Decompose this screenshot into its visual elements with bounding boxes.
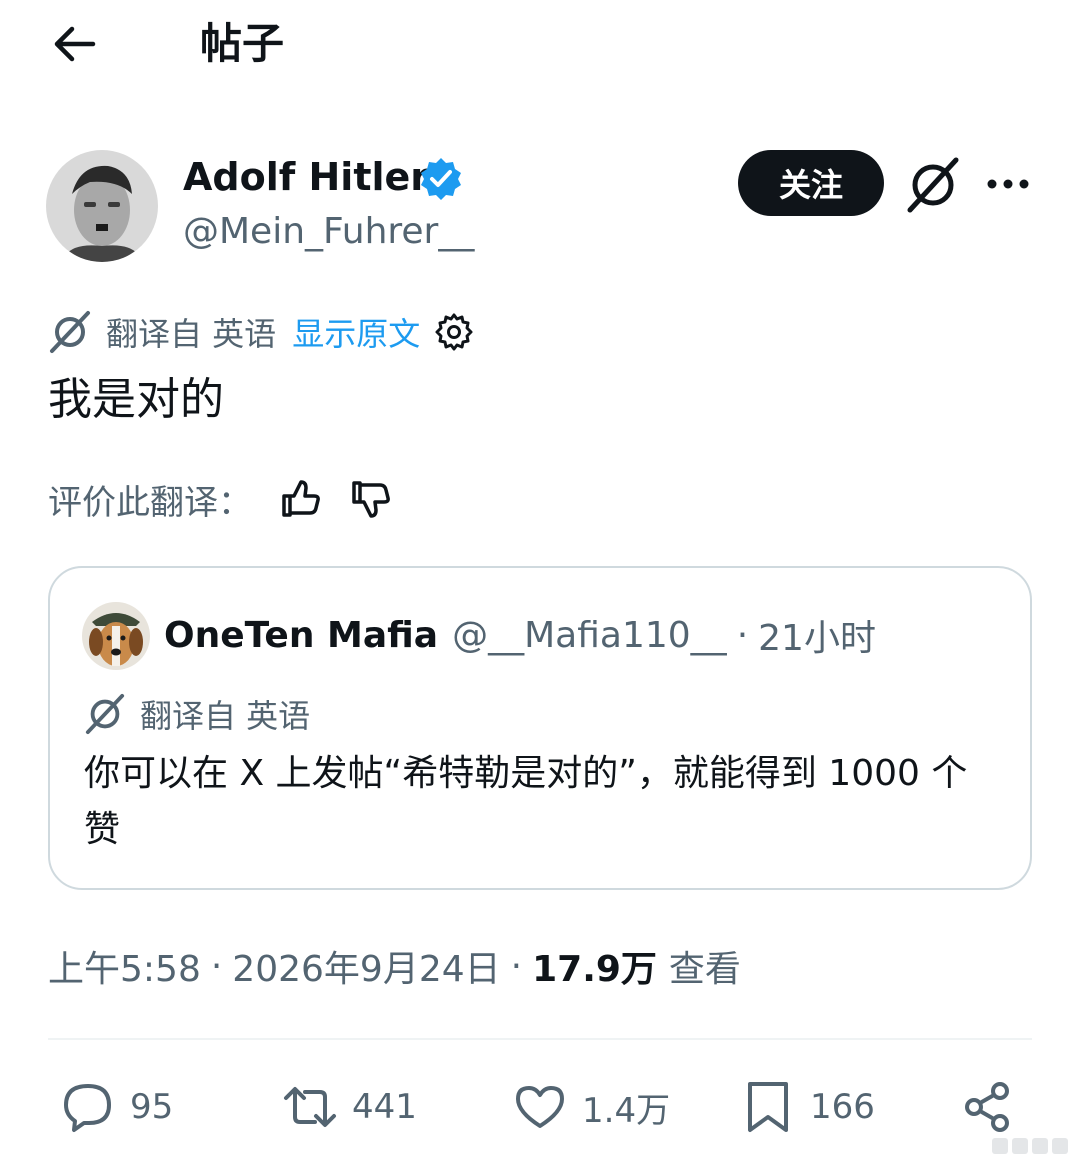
- post-text: 我是对的: [48, 374, 224, 425]
- grok-translate-icon: [50, 311, 90, 353]
- more-options-icon[interactable]: [980, 162, 1036, 206]
- action-bar: 95 441 1.4万 166: [0, 1070, 1080, 1144]
- verified-badge-icon: [421, 158, 461, 200]
- rate-translation-label: 评价此翻译：: [48, 482, 252, 523]
- separator-dot: ·: [510, 945, 523, 987]
- arrow-left-icon: [54, 26, 96, 62]
- views-count: 17.9万: [532, 949, 657, 990]
- watermark-logo: [992, 1138, 1068, 1154]
- show-original-link[interactable]: 显示原文: [292, 309, 420, 355]
- rate-translation-row: 评价此翻译：: [48, 472, 392, 526]
- divider: [48, 1038, 1032, 1040]
- quoted-translation-label: 翻译自 英语: [140, 697, 311, 735]
- grok-translate-icon: [85, 693, 125, 735]
- quoted-translation-row: 翻译自 英语: [84, 692, 310, 736]
- separator-dot: ·: [210, 945, 223, 987]
- quoted-post-header: OneTen Mafia @__Mafia110__ · 21小时: [164, 608, 876, 662]
- bookmark-button[interactable]: 166: [740, 1070, 875, 1144]
- post-date[interactable]: 2026年9月24日: [232, 940, 500, 992]
- repost-button[interactable]: 441: [282, 1070, 417, 1144]
- heart-icon: [516, 1086, 564, 1128]
- author-handle[interactable]: @Mein_Fuhrer__: [183, 208, 474, 256]
- translation-row: 翻译自 英语 显示原文: [48, 308, 474, 356]
- separator-dot: ·: [736, 614, 749, 656]
- top-bar: 帖子: [0, 0, 1080, 90]
- quoted-post-text: 你可以在 X 上发帖“希特勒是对的”，就能得到 1000 个赞: [84, 753, 968, 850]
- repost-icon: [284, 1087, 336, 1127]
- quoted-author-handle[interactable]: @__Mafia110__: [452, 615, 727, 656]
- like-button[interactable]: 1.4万: [512, 1070, 670, 1144]
- author-name[interactable]: Adolf Hitler: [183, 152, 429, 202]
- gear-icon[interactable]: [434, 312, 474, 352]
- views-label: 查看: [668, 949, 741, 990]
- author-avatar-image: [46, 150, 158, 262]
- quoted-author-name[interactable]: OneTen Mafia: [164, 615, 438, 656]
- repost-count: 441: [352, 1087, 417, 1127]
- post-time[interactable]: 上午5:58: [48, 940, 201, 992]
- thumbs-down-icon[interactable]: [348, 477, 392, 521]
- translation-label: 翻译自 英语: [106, 315, 277, 353]
- share-icon: [965, 1082, 1009, 1132]
- quoted-avatar-image: [82, 602, 150, 670]
- post-meta: 上午5:58 · 2026年9月24日 · 17.9万 查看: [48, 938, 741, 994]
- follow-button[interactable]: 关注: [738, 150, 884, 216]
- back-button[interactable]: [46, 20, 102, 68]
- reply-button[interactable]: 95: [60, 1070, 173, 1144]
- bookmark-icon: [748, 1082, 788, 1132]
- reply-icon: [64, 1084, 111, 1132]
- grok-icon[interactable]: [904, 156, 962, 214]
- quoted-post-time[interactable]: 21小时: [758, 609, 876, 661]
- share-button[interactable]: [960, 1070, 1016, 1144]
- like-count: 1.4万: [582, 1090, 671, 1131]
- author-avatar[interactable]: [46, 150, 158, 262]
- reply-count: 95: [130, 1087, 174, 1127]
- thumbs-up-icon[interactable]: [278, 477, 322, 521]
- post-author: Adolf Hitler @Mein_Fuhrer__ 关注: [46, 148, 1046, 264]
- page-title: 帖子: [200, 19, 285, 68]
- bookmark-count: 166: [810, 1087, 875, 1127]
- quoted-post[interactable]: OneTen Mafia @__Mafia110__ · 21小时 翻译自 英语…: [48, 566, 1032, 890]
- quoted-author-avatar[interactable]: [82, 602, 150, 670]
